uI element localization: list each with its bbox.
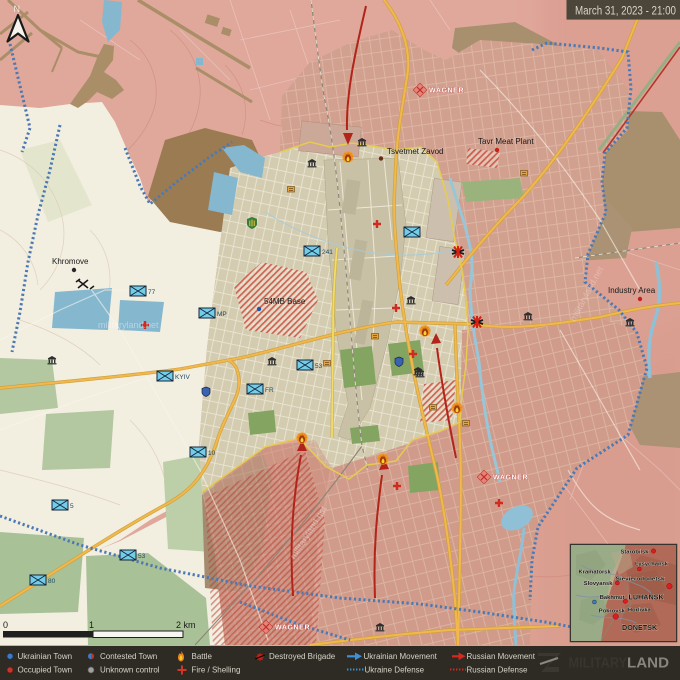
svg-text:Occupied Town: Occupied Town	[18, 666, 73, 675]
svg-text:Starobilsk: Starobilsk	[621, 549, 650, 555]
svg-text:FR: FR	[265, 387, 274, 394]
svg-text:1: 1	[89, 620, 94, 630]
svg-text:53: 53	[315, 363, 323, 370]
svg-text:MILITARY: MILITARY	[569, 656, 628, 672]
svg-text:Destroyed Brigade: Destroyed Brigade	[269, 652, 336, 661]
svg-text:KYIV: KYIV	[175, 374, 190, 381]
svg-text:2 km: 2 km	[176, 620, 196, 630]
svg-text:Khromove: Khromove	[52, 257, 89, 266]
svg-text:Ukraine Defense: Ukraine Defense	[365, 666, 425, 675]
svg-text:0: 0	[3, 620, 8, 630]
svg-text:Sievierodonetsk: Sievierodonetsk	[616, 577, 666, 583]
svg-text:Tavr Meat Plant: Tavr Meat Plant	[478, 137, 534, 146]
svg-text:WAGNER: WAGNER	[429, 88, 464, 95]
svg-text:WAGNER: WAGNER	[493, 475, 528, 482]
svg-text:10: 10	[208, 450, 216, 457]
svg-text:Fire / Shelling: Fire / Shelling	[192, 666, 241, 675]
svg-text:77: 77	[148, 289, 156, 296]
svg-text:Unknown control: Unknown control	[100, 666, 160, 675]
svg-text:Ukrainian Town: Ukrainian Town	[18, 652, 73, 661]
svg-text:Slovyansk: Slovyansk	[584, 581, 613, 587]
svg-text:LUHANSK: LUHANSK	[629, 593, 665, 602]
svg-text:MP: MP	[217, 311, 227, 318]
svg-text:Pokrovsk: Pokrovsk	[599, 608, 626, 614]
svg-text:53: 53	[138, 553, 146, 560]
svg-text:militaryland.net: militaryland.net	[98, 320, 159, 330]
svg-text:N: N	[14, 4, 21, 14]
svg-text:March 31, 2023 - 21:00: March 31, 2023 - 21:00	[575, 6, 676, 18]
svg-text:Horlivka: Horlivka	[628, 608, 652, 614]
svg-text:5: 5	[70, 503, 74, 510]
svg-text:LAND: LAND	[627, 656, 669, 672]
svg-text:54MB Base: 54MB Base	[264, 297, 306, 306]
svg-text:Russian Defense: Russian Defense	[467, 666, 528, 675]
svg-text:80: 80	[48, 578, 56, 585]
svg-text:Russian Movement: Russian Movement	[467, 652, 536, 661]
svg-text:241: 241	[322, 249, 333, 256]
svg-text:Tsvetmet Zavod: Tsvetmet Zavod	[387, 147, 443, 156]
svg-text:Bakhmut: Bakhmut	[600, 595, 625, 601]
svg-text:Kramatorsk: Kramatorsk	[579, 570, 612, 576]
svg-text:Lysychansk: Lysychansk	[635, 562, 669, 568]
svg-text:Ukrainian Movement: Ukrainian Movement	[364, 652, 438, 661]
svg-text:Battle: Battle	[192, 652, 213, 661]
svg-text:DONETSK: DONETSK	[622, 623, 658, 632]
svg-text:Contested Town: Contested Town	[100, 652, 157, 661]
svg-text:Industry Area: Industry Area	[608, 286, 656, 295]
svg-text:WAGNER: WAGNER	[275, 625, 310, 632]
